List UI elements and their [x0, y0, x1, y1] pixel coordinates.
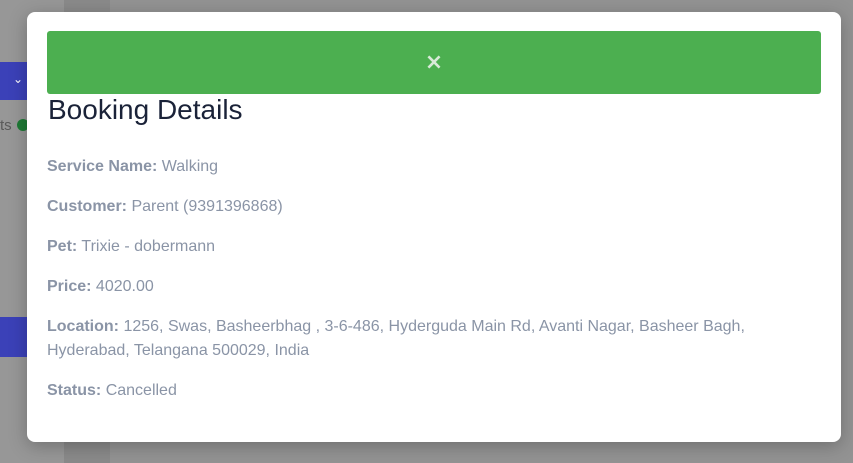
- booking-details-modal: × Booking Details Service Name: Walking …: [27, 12, 841, 442]
- close-icon: ×: [424, 49, 444, 75]
- background-dropdown-button: ⌄: [0, 62, 30, 100]
- status-label: Status:: [47, 382, 102, 399]
- location-value: 1256, Swas, Basheerbhag , 3-6-486, Hyder…: [47, 318, 745, 359]
- service-value: Walking: [161, 158, 219, 175]
- detail-status: Status: Cancelled: [47, 379, 807, 403]
- status-value: Cancelled: [105, 382, 177, 399]
- price-value: 4020.00: [95, 278, 154, 295]
- detail-customer: Customer: Parent (9391396868): [47, 195, 807, 219]
- pet-value: Trixie - dobermann: [81, 238, 216, 255]
- customer-label: Customer:: [47, 198, 128, 215]
- service-label: Service Name:: [47, 158, 158, 175]
- detail-location: Location: 1256, Swas, Basheerbhag , 3-6-…: [47, 315, 807, 363]
- booking-details-list: Service Name: Walking Customer: Parent (…: [47, 155, 807, 419]
- close-button[interactable]: ×: [47, 31, 821, 94]
- background-status-text: ts: [0, 117, 12, 134]
- background-button: [0, 317, 30, 357]
- pet-label: Pet:: [47, 238, 78, 255]
- price-label: Price:: [47, 278, 92, 295]
- customer-value: Parent (9391396868): [131, 198, 283, 215]
- detail-pet: Pet: Trixie - dobermann: [47, 235, 807, 259]
- detail-service: Service Name: Walking: [47, 155, 807, 179]
- location-label: Location:: [47, 318, 119, 335]
- chevron-down-icon: ⌄: [13, 72, 24, 86]
- modal-title: Booking Details: [48, 94, 243, 125]
- detail-price: Price: 4020.00: [47, 275, 807, 299]
